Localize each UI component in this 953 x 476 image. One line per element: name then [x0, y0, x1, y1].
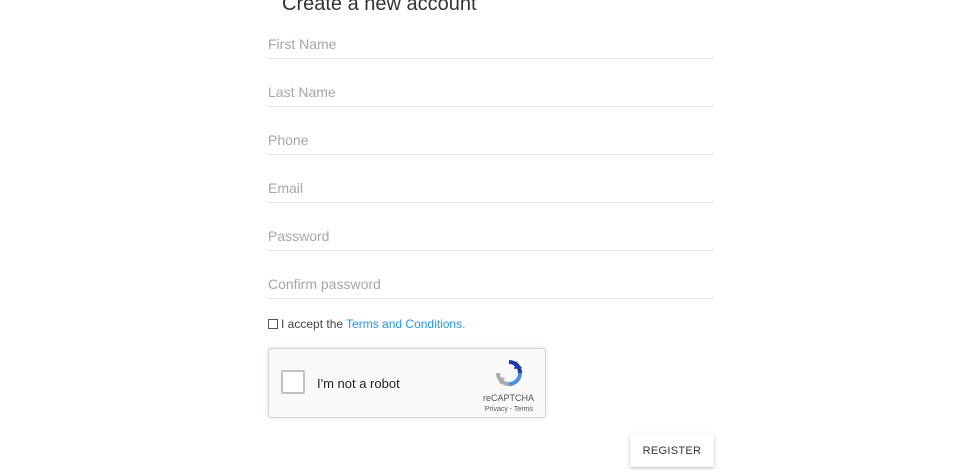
- password-input[interactable]: [268, 222, 714, 250]
- terms-text: I accept the: [281, 317, 344, 331]
- terms-suffix: .: [462, 317, 466, 331]
- first-name-input[interactable]: [268, 30, 714, 58]
- terms-row: I accept the Terms and Conditions .: [268, 316, 465, 332]
- recaptcha-brand: reCAPTCHA: [482, 393, 534, 403]
- first-name-field: [268, 30, 714, 59]
- last-name-input[interactable]: [268, 78, 714, 106]
- email-field: [268, 174, 714, 203]
- last-name-field: [268, 78, 714, 107]
- phone-input[interactable]: [268, 126, 714, 154]
- register-page: Create a new account I accept the Terms …: [0, 0, 953, 476]
- recaptcha-label: I'm not a robot: [317, 376, 400, 391]
- password-field: [268, 222, 714, 251]
- recaptcha-checkbox[interactable]: [281, 370, 305, 394]
- recaptcha-logo-icon: [496, 360, 522, 386]
- page-title: Create a new account: [282, 0, 477, 15]
- terms-checkbox[interactable]: [268, 319, 278, 329]
- confirm-password-field: [268, 270, 714, 299]
- phone-field: [268, 126, 714, 155]
- confirm-password-input[interactable]: [268, 270, 714, 298]
- terms-link[interactable]: Terms and Conditions: [346, 317, 462, 331]
- recaptcha-links[interactable]: Privacy - Terms: [485, 406, 533, 413]
- email-input[interactable]: [268, 174, 714, 202]
- recaptcha-widget: I'm not a robot reCAPTCHA Privacy - Term…: [268, 348, 546, 418]
- register-button[interactable]: REGISTER: [630, 434, 714, 467]
